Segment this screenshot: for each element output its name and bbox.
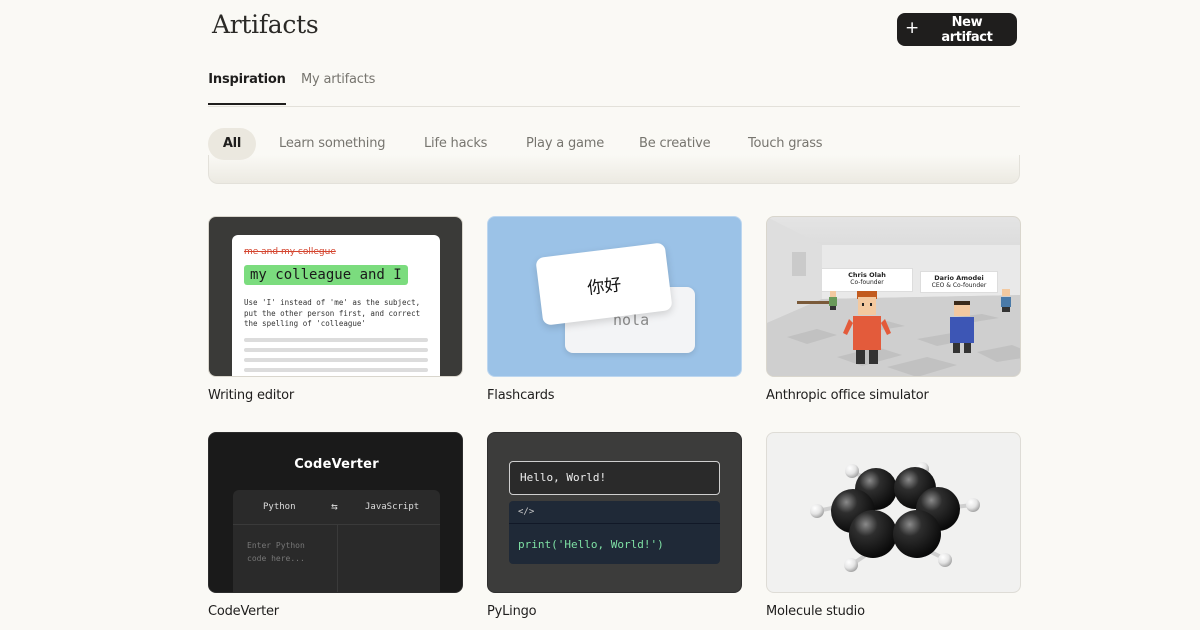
avatar (950, 301, 974, 353)
name-sign: Dario Amodei CEO & Co-founder (920, 271, 998, 293)
tab-my-artifacts[interactable]: My artifacts (301, 72, 375, 105)
card-thumbnail[interactable]: Hello, World! </> print('Hello, World!') (487, 432, 742, 593)
text-line (244, 338, 428, 342)
avatar (1001, 289, 1011, 312)
tab-inspiration[interactable]: Inspiration (208, 72, 286, 105)
strikethrough-text: me and my collegue (244, 247, 336, 257)
card-thumbnail[interactable] (766, 432, 1021, 593)
new-artifact-button[interactable]: + New artifact (897, 13, 1017, 46)
filter-panel (208, 155, 1020, 184)
avatar (829, 291, 837, 310)
text-line (244, 368, 428, 372)
code-placeholder: Enter Python code here... (247, 541, 305, 563)
card-thumbnail[interactable]: Chris Olah Co-founder Dario Amodei CEO & C… (766, 216, 1021, 377)
target-language: JavaScript (365, 502, 420, 512)
tab-bar: Inspiration My artifacts (208, 64, 1020, 107)
avatar (843, 291, 891, 364)
card-label[interactable]: Anthropic office simulator (766, 388, 929, 403)
code-icon: </> (518, 507, 535, 517)
page-title: Artifacts (212, 10, 319, 39)
molecule-model (810, 462, 980, 572)
source-language: Python (263, 502, 296, 512)
preview-title: CodeVerter (294, 457, 379, 472)
code-line: print('Hello, World!') (518, 538, 664, 551)
highlighted-text: my colleague and I (244, 265, 408, 285)
new-artifact-label: New artifact (941, 14, 993, 45)
card-label[interactable]: CodeVerter (208, 604, 279, 619)
card-label[interactable]: Molecule studio (766, 604, 865, 619)
plus-icon: + (905, 18, 919, 38)
text-line (244, 348, 428, 352)
document-preview: me and my collegue my colleague and I Us… (232, 235, 440, 376)
panel-divider (337, 524, 338, 592)
converter-panel: Python ⇆ JavaScript Enter Python code he… (233, 490, 440, 592)
language-header: Python ⇆ JavaScript (233, 490, 440, 525)
name-sign: Chris Olah Co-founder (821, 268, 913, 292)
code-output-preview: </> print('Hello, World!') (509, 501, 720, 564)
card-label[interactable]: Writing editor (208, 388, 294, 403)
code-divider (509, 523, 720, 524)
suggestion-note: Use 'I' instead of 'me' as the subject, … (244, 298, 421, 328)
phrase-input-preview: Hello, World! (509, 461, 720, 495)
swap-icon: ⇆ (331, 500, 338, 513)
card-thumbnail[interactable]: me and my collegue my colleague and I Us… (208, 216, 463, 377)
text-line (244, 358, 428, 362)
card-thumbnail[interactable]: hola 你好 (487, 216, 742, 377)
card-label[interactable]: PyLingo (487, 604, 537, 619)
card-thumbnail[interactable]: CodeVerter Python ⇆ JavaScript Enter Pyt… (208, 432, 463, 593)
card-label[interactable]: Flashcards (487, 388, 555, 403)
